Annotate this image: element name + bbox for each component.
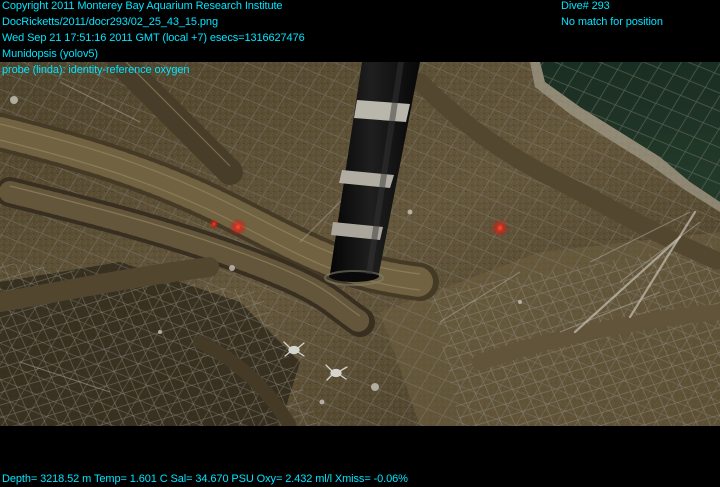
file-path-text: DocRicketts/2011/docr293/02_25_43_15.png	[2, 16, 218, 28]
telemetry-readout: Depth= 3218.52 m Temp= 1.601 C Sal= 34.6…	[2, 473, 408, 485]
copyright-text: Copyright 2011 Monterey Bay Aquarium Res…	[2, 0, 283, 12]
position-status: No match for position	[561, 16, 663, 28]
overlay-header-right: Dive# 293 No match for position	[561, 0, 663, 31]
species-label: Munidopsis (yolov5)	[2, 48, 98, 60]
seafloor-scene	[0, 62, 720, 426]
dive-number: Dive# 293	[561, 0, 610, 12]
probe-label: probe (linda): identity-reference oxygen	[2, 64, 190, 76]
video-frame: Copyright 2011 Monterey Bay Aquarium Res…	[0, 0, 720, 486]
overlay-header-left: Copyright 2011 Monterey Bay Aquarium Res…	[2, 0, 305, 79]
timestamp-text: Wed Sep 21 17:51:16 2011 GMT (local +7) …	[2, 32, 305, 44]
seafloor-image	[0, 62, 720, 426]
